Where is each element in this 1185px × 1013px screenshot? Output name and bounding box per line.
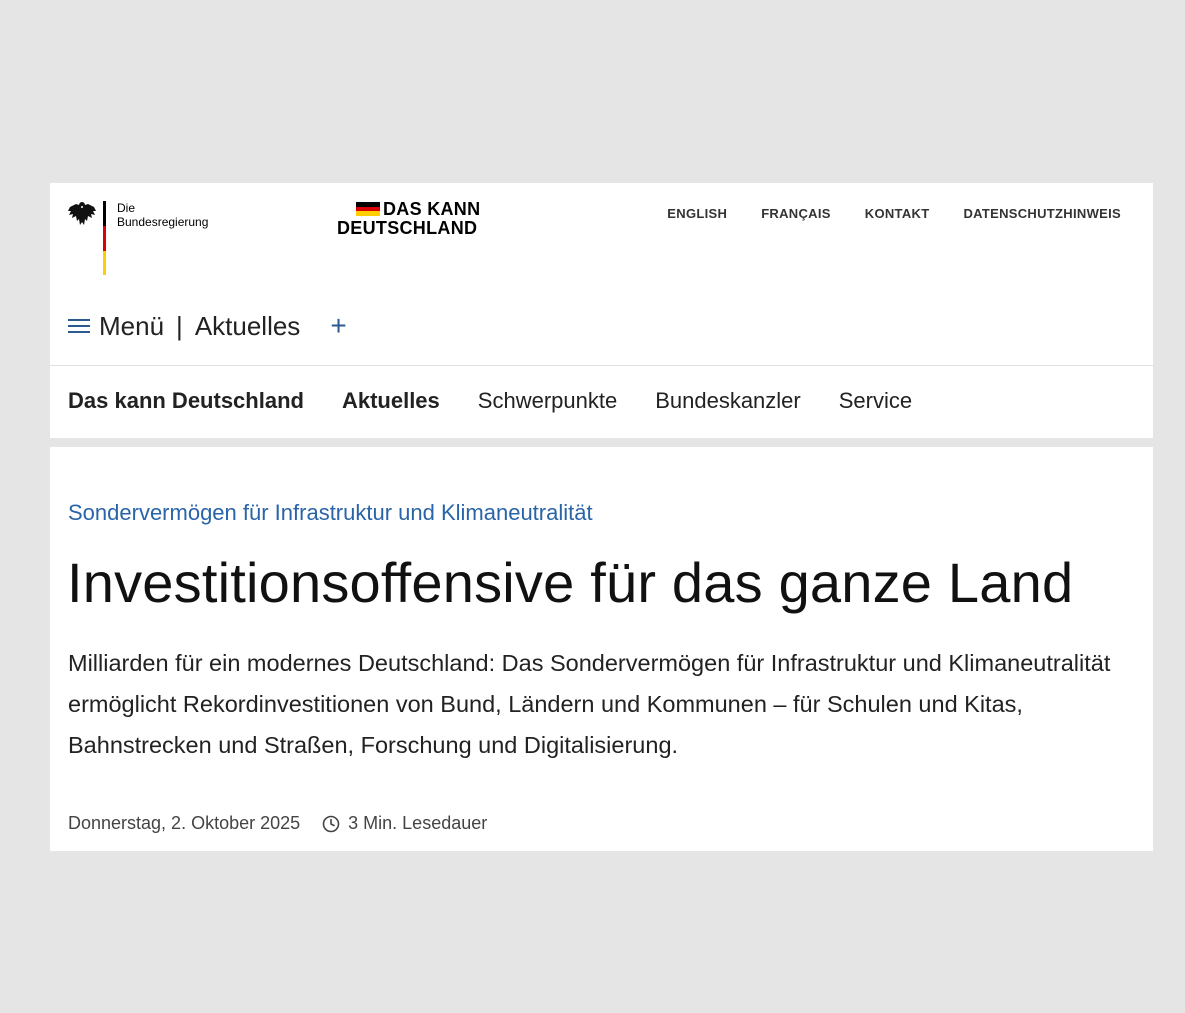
- article-kicker: Sondervermögen für Infrastruktur und Kli…: [68, 500, 593, 525]
- nav-item-service[interactable]: Service: [839, 388, 912, 414]
- menu-separator: |: [176, 310, 183, 341]
- divider: [50, 365, 1153, 366]
- bundesregierung-logo-text[interactable]: Die Bundesregierung: [117, 201, 208, 229]
- campaign-logo-line-1: DAS KANN: [383, 199, 481, 219]
- menu-bar: Menü | Aktuelles +: [68, 309, 347, 343]
- article-date: Donnerstag, 2. Oktober 2025: [68, 813, 301, 833]
- nav-item-bundeskanzler[interactable]: Bundeskanzler: [655, 388, 801, 414]
- meta-link-francais[interactable]: FRANÇAIS: [761, 206, 831, 221]
- bund-logo-line-2: Bundesregierung: [117, 215, 209, 229]
- hamburger-icon[interactable]: [68, 319, 90, 333]
- page-title: Investitionsoffensive für das ganze Land: [67, 551, 1074, 614]
- nav-item-aktuelles[interactable]: Aktuelles: [342, 388, 440, 414]
- german-flag-icon: [103, 201, 106, 275]
- bund-logo-line-1: Die: [117, 201, 136, 215]
- meta-link-english[interactable]: ENGLISH: [667, 206, 727, 221]
- campaign-logo-line-2: DEUTSCHLAND: [337, 218, 478, 238]
- article-meta: Donnerstag, 2. Oktober 2025 3 Min. Lesed…: [68, 813, 487, 834]
- meta-link-kontakt[interactable]: KONTAKT: [865, 206, 930, 221]
- federal-eagle-icon[interactable]: [67, 200, 97, 228]
- menu-button[interactable]: Menü: [99, 311, 164, 342]
- plus-icon[interactable]: +: [330, 312, 346, 340]
- nav-item-schwerpunkte[interactable]: Schwerpunkte: [478, 388, 617, 414]
- main-navigation: Das kann Deutschland Aktuelles Schwerpun…: [68, 388, 950, 414]
- current-section-label[interactable]: Aktuelles: [195, 311, 301, 342]
- campaign-logo[interactable]: DAS KANN DEUTSCHLAND: [337, 200, 507, 245]
- site-header: Die Bundesregierung DAS KANN DEUTSCHLAND…: [50, 183, 1153, 438]
- nav-item-das-kann-deutschland[interactable]: Das kann Deutschland: [68, 388, 304, 414]
- meta-link-datenschutz[interactable]: DATENSCHUTZHINWEIS: [963, 206, 1121, 221]
- article-header: Sondervermögen für Infrastruktur und Kli…: [50, 447, 1153, 851]
- german-flag-icon: [356, 202, 380, 216]
- article-lead: Milliarden für ein modernes Deutschland:…: [68, 650, 1111, 758]
- meta-navigation: ENGLISH FRANÇAIS KONTAKT DATENSCHUTZHINW…: [633, 206, 1121, 221]
- clock-icon: [322, 815, 340, 832]
- read-time: 3 Min. Lesedauer: [348, 813, 488, 833]
